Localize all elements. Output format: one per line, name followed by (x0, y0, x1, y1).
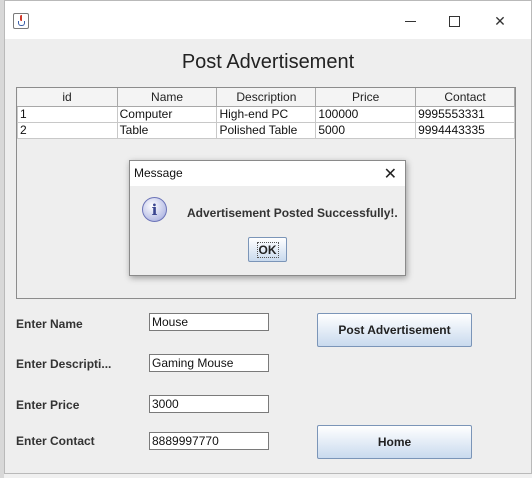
cell-description[interactable]: High-end PC (216, 105, 317, 123)
description-label: Enter Descripti... (16, 357, 112, 371)
close-icon: ✕ (494, 12, 506, 29)
table-row[interactable]: 2 Table Polished Table 5000 9994443335 (17, 121, 515, 139)
dialog-title-bar[interactable]: Message ✕ (130, 161, 405, 186)
cell-id[interactable]: 2 (17, 121, 118, 139)
description-input[interactable] (149, 354, 269, 372)
name-label: Enter Name (16, 317, 83, 331)
dialog-title: Message (134, 166, 183, 180)
contact-input[interactable] (149, 432, 269, 450)
cell-description[interactable]: Polished Table (216, 121, 317, 139)
table-row[interactable]: 1 Computer High-end PC 100000 9995553331 (17, 105, 515, 123)
minimize-icon (404, 20, 416, 22)
ok-button[interactable]: OK (248, 237, 287, 262)
column-header-contact[interactable]: Contact (415, 88, 515, 107)
page-title: Post Advertisement (181, 51, 355, 73)
cell-name[interactable]: Computer (116, 105, 218, 123)
maximize-icon (448, 15, 460, 27)
ads-table: id Name Description Price Contact 1 Comp… (17, 88, 515, 139)
cell-contact[interactable]: 9994443335 (415, 121, 515, 139)
price-input[interactable] (149, 395, 269, 413)
dialog-close-icon[interactable]: ✕ (384, 164, 397, 184)
cell-id[interactable]: 1 (17, 105, 118, 123)
column-header-price[interactable]: Price (315, 88, 417, 107)
table-header-row: id Name Description Price Contact (17, 88, 515, 107)
column-header-id[interactable]: id (17, 88, 118, 107)
cell-price[interactable]: 5000 (315, 121, 417, 139)
post-advertisement-button[interactable]: Post Advertisement (317, 313, 472, 347)
column-header-name[interactable]: Name (117, 88, 218, 107)
cell-price[interactable]: 100000 (315, 105, 417, 123)
info-icon: i (142, 197, 167, 222)
close-button[interactable]: ✕ (489, 10, 511, 32)
minimize-button[interactable] (399, 10, 421, 32)
name-input[interactable] (149, 313, 269, 331)
cell-contact[interactable]: 9995553331 (415, 105, 515, 123)
price-label: Enter Price (16, 398, 80, 412)
contact-label: Enter Contact (16, 434, 95, 448)
message-dialog: Message ✕ i Advertisement Posted Success… (129, 160, 406, 276)
cell-name[interactable]: Table (116, 121, 218, 139)
java-cup-icon (13, 13, 29, 29)
title-bar[interactable]: ✕ (5, 1, 531, 39)
home-button[interactable]: Home (317, 425, 472, 459)
dialog-message: Advertisement Posted Successfully!. (187, 206, 398, 220)
ok-button-label: OK (256, 241, 279, 258)
column-header-description[interactable]: Description (216, 88, 317, 107)
maximize-button[interactable] (443, 10, 465, 32)
